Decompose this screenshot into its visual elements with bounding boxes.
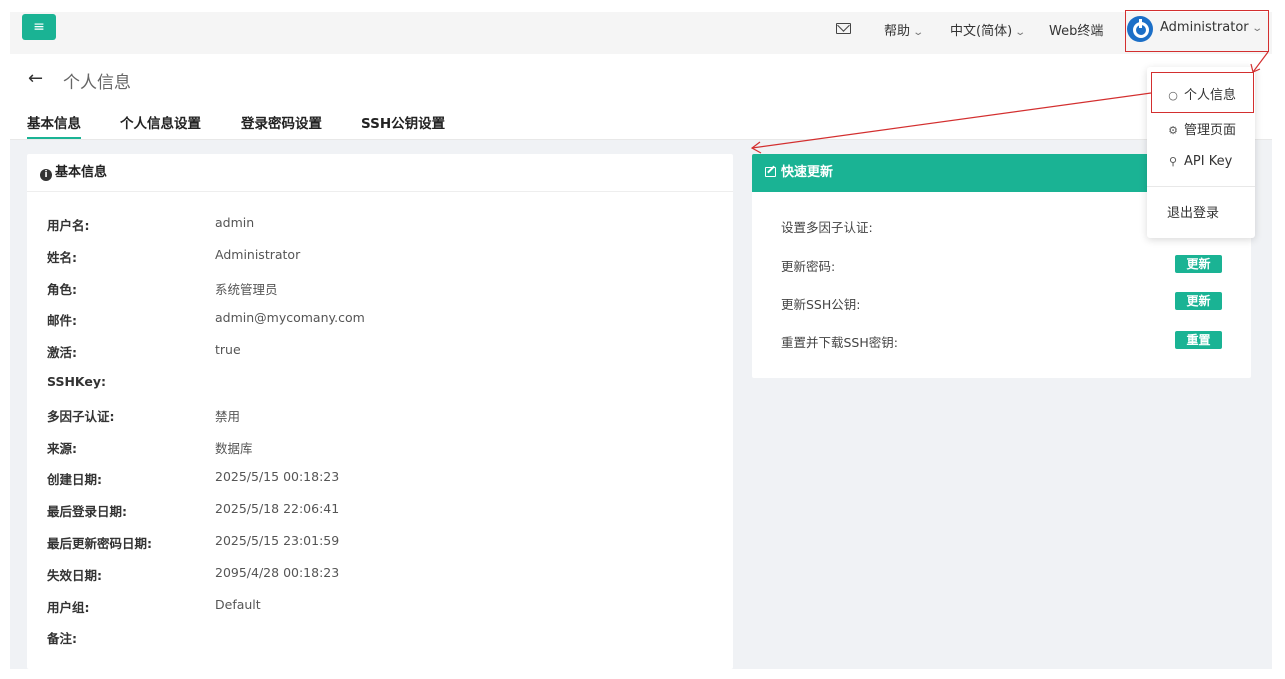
menu-divider: [1147, 186, 1255, 187]
reset-ssh-key-button[interactable]: 重置: [1175, 331, 1222, 349]
mail-icon[interactable]: [836, 23, 851, 34]
menu-toggle-button[interactable]: ≡: [22, 14, 56, 40]
quick-update-label: 重置并下载SSH密钥:: [781, 335, 898, 350]
language-menu[interactable]: 中文(简体) ⌄: [950, 20, 1027, 39]
info-row-value: 2095/4/28 00:18:23: [215, 564, 340, 580]
info-icon: i: [40, 169, 52, 181]
info-row-key: 最后登录日期:: [47, 504, 127, 520]
info-row-key: 失效日期:: [47, 567, 102, 583]
tab-profile-settings[interactable]: 个人信息设置: [120, 112, 201, 132]
info-row-value: Default: [215, 596, 261, 612]
info-row-key: 用户组:: [47, 599, 90, 615]
active-tab-indicator: [27, 137, 81, 139]
admin-icon: ⚙: [1168, 124, 1178, 137]
info-row-value: Administrator: [215, 246, 301, 262]
info-row-key: 姓名:: [47, 249, 77, 265]
tab-basic-info[interactable]: 基本信息: [27, 112, 81, 132]
quick-update-label: 更新密码:: [781, 259, 836, 274]
info-row-value: admin@mycomany.com: [215, 310, 365, 326]
help-menu[interactable]: 帮助 ⌄: [884, 20, 925, 39]
basic-info-card: i 基本信息 用户名: admin 姓名: Administrator 角色: 系统管理员邮…: [27, 154, 733, 669]
edit-icon: [765, 167, 776, 177]
web-terminal-link[interactable]: Web终端: [1049, 20, 1103, 39]
info-row-key: 角色:: [47, 281, 77, 297]
info-row-key: 多因子认证:: [47, 408, 115, 424]
back-arrow-icon[interactable]: ←: [28, 68, 43, 89]
info-row-value: true: [215, 342, 241, 358]
info-row-value: admin: [215, 215, 255, 230]
info-row-value: 2025/5/15 23:01:59: [215, 533, 340, 548]
info-row-value: 禁用: [215, 408, 241, 424]
annotation-box-user-menu: [1125, 10, 1269, 52]
info-row-key: 邮件:: [47, 313, 77, 329]
hamburger-icon: ≡: [33, 19, 45, 35]
quick-update-label: 更新SSH公钥:: [781, 297, 861, 312]
key-icon: ⚲: [1168, 155, 1178, 168]
info-row-key: 用户名:: [47, 218, 90, 233]
info-row-key: SSHKey:: [47, 374, 106, 389]
update-ssh-key-button[interactable]: 更新: [1175, 292, 1222, 310]
tab-password-settings[interactable]: 登录密码设置: [241, 112, 322, 132]
basic-info-header: i 基本信息: [27, 154, 733, 192]
info-row-value: 系统管理员: [215, 281, 278, 297]
chevron-down-icon: ⌄: [912, 27, 925, 38]
page-title: 个人信息: [63, 73, 131, 93]
chevron-down-icon: ⌄: [1014, 27, 1027, 38]
info-row-value: 2025/5/18 22:06:41: [215, 501, 340, 517]
annotation-box-profile: [1151, 72, 1254, 113]
info-row-key: 备注:: [47, 631, 77, 647]
info-row-key: 创建日期:: [47, 472, 102, 488]
menu-item-api-key[interactable]: ⚲ API Key: [1167, 154, 1232, 169]
quick-update-label: 设置多因子认证:: [781, 220, 873, 235]
menu-item-logout[interactable]: 退出登录: [1167, 202, 1219, 221]
tab-ssh-key-settings[interactable]: SSH公钥设置: [361, 112, 445, 132]
info-row-value: 2025/5/15 00:18:23: [215, 469, 340, 485]
menu-item-admin[interactable]: ⚙ 管理页面: [1167, 119, 1236, 138]
info-row-value: 数据库: [215, 440, 253, 456]
info-row-key: 最后更新密码日期:: [47, 536, 152, 551]
update-password-button[interactable]: 更新: [1175, 255, 1222, 273]
info-row-key: 来源:: [47, 440, 77, 456]
info-row-key: 激活:: [47, 345, 77, 361]
